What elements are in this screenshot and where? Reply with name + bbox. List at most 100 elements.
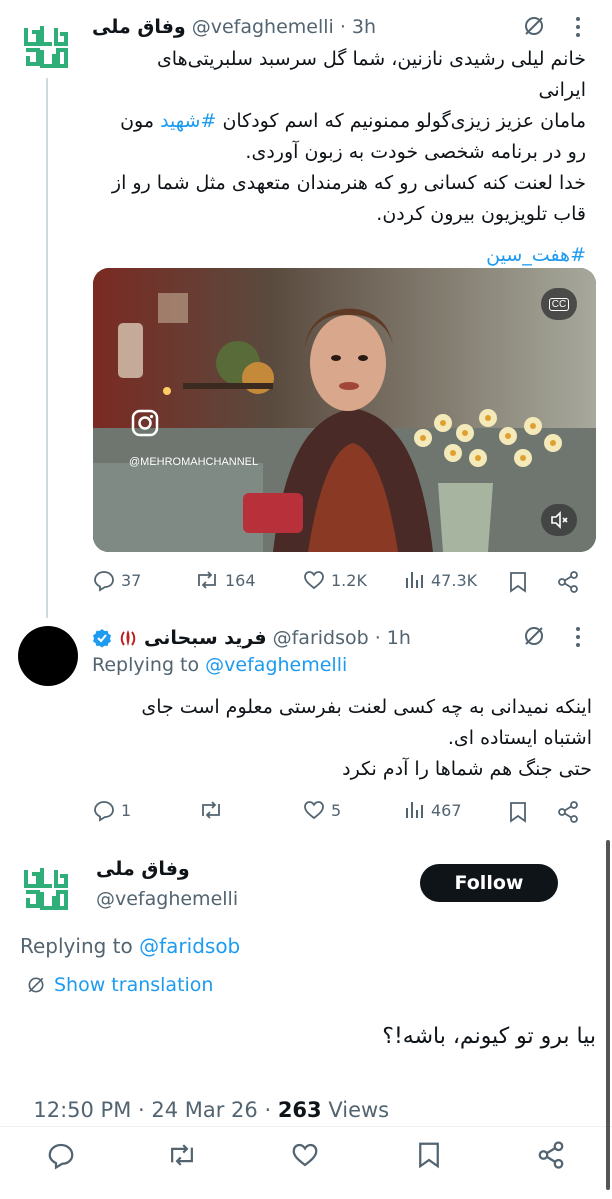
avatar[interactable] <box>20 20 72 72</box>
like-button[interactable]: 5 <box>302 798 341 822</box>
scrollbar-thumb[interactable] <box>606 840 610 1190</box>
mute-button[interactable] <box>541 504 577 536</box>
handle[interactable]: @vefaghemelli <box>192 16 334 38</box>
retweet-icon <box>171 1144 193 1166</box>
more-options-icon[interactable] <box>574 626 582 648</box>
vefagh-logo-icon <box>20 862 72 914</box>
retweet-icon <box>202 801 220 819</box>
reply-count: 37 <box>121 570 142 590</box>
divider <box>0 1126 612 1127</box>
share-icon[interactable] <box>556 570 580 594</box>
follow-button[interactable]: Follow <box>420 864 558 902</box>
share-button[interactable] <box>536 1140 566 1170</box>
tweet-line-part: مون <box>120 110 155 132</box>
main-tweet-actions <box>0 1140 612 1174</box>
views-button[interactable]: 47.3K <box>404 568 477 592</box>
show-translation-button[interactable]: Show translation <box>26 974 213 996</box>
like-button[interactable]: 1.2K <box>302 568 367 592</box>
bookmark-icon[interactable] <box>508 800 528 824</box>
avatar[interactable] <box>18 626 78 686</box>
retweet-button[interactable] <box>198 798 224 822</box>
iran-emblem-icon <box>118 628 138 648</box>
tweet2-body: اینکه نمیدانی به چه کسی لعنت بفرستی معلو… <box>92 692 592 785</box>
reply-icon <box>48 1143 74 1170</box>
handle[interactable]: @faridsob <box>273 627 369 649</box>
bookmark-icon <box>419 1142 439 1169</box>
views-count[interactable]: 263 <box>278 1098 322 1122</box>
hashtag-link[interactable]: #شهید <box>160 110 216 132</box>
reply-icon <box>94 571 114 592</box>
reply-button[interactable]: 37 <box>92 568 141 592</box>
video-watermark: @MEHROMAHCHANNEL <box>129 456 259 468</box>
main-tweet-text: بیا برو تو کیونم، باشه!؟ <box>382 1024 596 1049</box>
mention-link[interactable]: @vefaghemelli <box>205 654 347 676</box>
views-chart-icon <box>406 572 423 588</box>
tweet1-header: وفاق ملی @vefaghemelli · 3h <box>92 10 532 44</box>
heart-icon <box>304 801 324 820</box>
tweet-line: خدا لعنت کنه کسانی رو که هنرمندان متعهدی… <box>111 172 586 194</box>
tweet-line-part: مامان عزیز زیزی‌گولو ممنونیم که اسم کودک… <box>222 110 586 132</box>
reply-count: 1 <box>121 800 132 820</box>
translate-icon <box>28 977 44 993</box>
reply-icon <box>94 801 114 822</box>
main-display-name[interactable]: وفاق ملی <box>96 858 190 880</box>
show-translation-label: Show translation <box>54 974 214 996</box>
tweet1-body: خانم لیلی رشیدی نازنین، شما گل سرسبد سلب… <box>92 44 586 271</box>
tweet-line: مامان عزیز زیزی‌گولو ممنونیم که اسم کودک… <box>92 106 586 137</box>
instagram-icon <box>131 409 159 437</box>
views-count: 467 <box>431 800 462 820</box>
bookmark-button[interactable] <box>416 1140 442 1170</box>
timestamp[interactable]: 12:50 PM · 24 Mar 26 · <box>33 1098 277 1122</box>
retweet-button[interactable] <box>166 1140 198 1170</box>
replying-prefix: Replying to <box>20 934 133 958</box>
like-button[interactable] <box>290 1140 320 1170</box>
tweet-line: اشتباه ایستاده ای. <box>447 727 592 749</box>
video-player[interactable]: @MEHROMAHCHANNEL CC <box>93 268 596 552</box>
retweet-button[interactable]: 164 <box>194 568 256 592</box>
retweet-count: 164 <box>225 570 256 590</box>
mention-link[interactable]: @faridsob <box>139 934 240 958</box>
heart-icon <box>292 1143 318 1167</box>
grok-icon[interactable] <box>522 624 546 648</box>
main-tweet-meta: 12:50 PM · 24 Mar 26 · 263 Views <box>20 1074 389 1122</box>
tweet-line: حتی جنگ هم شماها را آدم نکرد <box>342 758 592 780</box>
tweet-line: خانم لیلی رشیدی نازنین، شما گل سرسبد سلب… <box>156 48 586 70</box>
bookmark-icon[interactable] <box>508 570 528 594</box>
video-frame <box>93 268 596 552</box>
reply-button[interactable]: 1 <box>92 798 131 822</box>
grok-icon[interactable] <box>522 14 546 38</box>
tweet-line: ایرانی <box>538 79 586 101</box>
display-name[interactable]: فرید سبحانی <box>144 627 267 649</box>
verified-badge-icon <box>92 628 112 648</box>
main-handle[interactable]: @vefaghemelli <box>96 888 238 910</box>
tweet1-actions: 37 164 1.2K 47.3K <box>92 568 592 596</box>
views-button[interactable]: 467 <box>404 798 462 822</box>
tweet2-actions: 1 5 467 <box>92 798 592 826</box>
replying-prefix: Replying to <box>92 654 200 676</box>
heart-icon <box>304 571 324 590</box>
vefagh-logo-icon <box>20 20 72 72</box>
replying-to: Replying to @vefaghemelli <box>92 654 347 676</box>
tweet-line: اینکه نمیدانی به چه کسی لعنت بفرستی معلو… <box>141 696 592 718</box>
share-icon[interactable] <box>556 800 580 824</box>
views-label: Views <box>321 1098 390 1122</box>
display-name[interactable]: وفاق ملی <box>92 16 186 38</box>
retweet-icon <box>198 571 216 589</box>
speaker-muted-icon <box>551 511 568 529</box>
like-count: 1.2K <box>331 570 367 590</box>
thread-line <box>46 78 48 618</box>
closed-captions-button[interactable]: CC <box>541 288 577 320</box>
like-count: 5 <box>331 800 342 820</box>
cc-icon: CC <box>548 297 570 311</box>
reply-button[interactable] <box>46 1140 76 1170</box>
views-count: 47.3K <box>431 570 478 590</box>
hashtag-link[interactable]: #هفت_سین <box>92 240 586 271</box>
avatar[interactable] <box>20 862 72 914</box>
replying-to: Replying to @faridsob <box>20 934 240 958</box>
views-chart-icon <box>406 802 423 818</box>
timestamp[interactable]: · 1h <box>375 627 411 649</box>
more-options-icon[interactable] <box>574 16 582 38</box>
tweet-line: رو در برنامه شخصی خودت به زبون آوردی. <box>245 141 586 163</box>
timestamp[interactable]: · 3h <box>340 16 376 38</box>
tweet2-header: فرید سبحانی @faridsob · 1h <box>92 622 532 654</box>
